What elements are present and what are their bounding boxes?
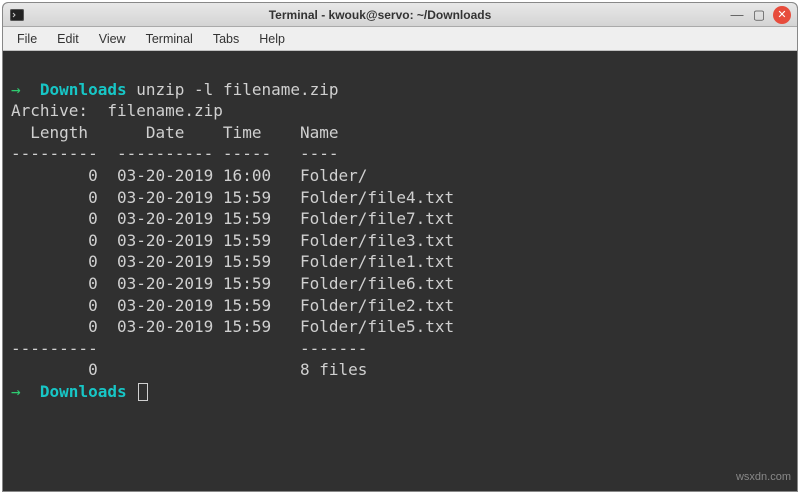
- output-row: 0 03-20-2019 16:00 Folder/: [11, 166, 367, 185]
- output-header: Length Date Time Name: [11, 123, 339, 142]
- output-sep-top: --------- ---------- ----- ----: [11, 144, 339, 163]
- menu-file[interactable]: File: [7, 32, 47, 46]
- prompt-arrow-icon: →: [11, 382, 21, 401]
- cursor-block-icon: [138, 383, 148, 401]
- window-title: Terminal - kwouk@servo: ~/Downloads: [31, 8, 729, 22]
- menu-terminal[interactable]: Terminal: [136, 32, 203, 46]
- terminal-app-icon: [9, 7, 25, 23]
- output-row: 0 03-20-2019 15:59 Folder/file7.txt: [11, 209, 454, 228]
- menu-help[interactable]: Help: [249, 32, 295, 46]
- watermark: wsxdn.com: [736, 470, 791, 485]
- command-text: unzip -l filename.zip: [136, 80, 338, 99]
- terminal-viewport[interactable]: → Downloads unzip -l filename.zip Archiv…: [3, 51, 797, 491]
- output-total: 0 8 files: [11, 360, 367, 379]
- output-archive-line: Archive: filename.zip: [11, 101, 223, 120]
- output-row: 0 03-20-2019 15:59 Folder/file6.txt: [11, 274, 454, 293]
- terminal-window: Terminal - kwouk@servo: ~/Downloads — ▢ …: [2, 2, 798, 492]
- output-sep-bot: --------- -------: [11, 339, 367, 358]
- menu-view[interactable]: View: [89, 32, 136, 46]
- output-row: 0 03-20-2019 15:59 Folder/file3.txt: [11, 231, 454, 250]
- maximize-button[interactable]: ▢: [751, 7, 767, 23]
- titlebar[interactable]: Terminal - kwouk@servo: ~/Downloads — ▢ …: [3, 3, 797, 27]
- prompt-cwd: Downloads: [40, 382, 127, 401]
- menu-edit[interactable]: Edit: [47, 32, 89, 46]
- window-controls: — ▢ ✕: [729, 6, 791, 24]
- menubar: File Edit View Terminal Tabs Help: [3, 27, 797, 51]
- close-button[interactable]: ✕: [773, 6, 791, 24]
- output-row: 0 03-20-2019 15:59 Folder/file2.txt: [11, 296, 454, 315]
- menu-tabs[interactable]: Tabs: [203, 32, 249, 46]
- prompt-arrow-icon: →: [11, 80, 21, 99]
- output-row: 0 03-20-2019 15:59 Folder/file4.txt: [11, 188, 454, 207]
- output-row: 0 03-20-2019 15:59 Folder/file5.txt: [11, 317, 454, 336]
- output-row: 0 03-20-2019 15:59 Folder/file1.txt: [11, 252, 454, 271]
- minimize-button[interactable]: —: [729, 7, 745, 23]
- prompt-cwd: Downloads: [40, 80, 127, 99]
